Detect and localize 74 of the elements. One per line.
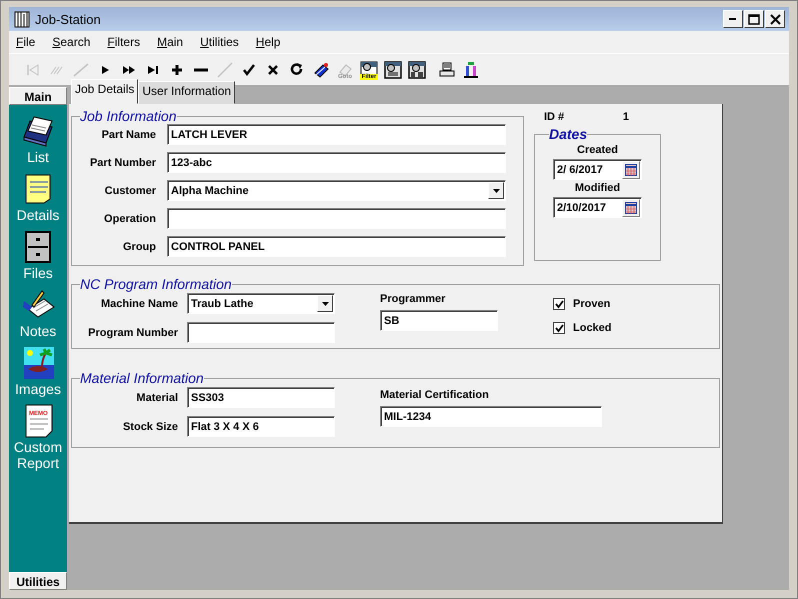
window-icon (408, 60, 426, 78)
previous-icon (72, 60, 90, 78)
sidebar-item[interactable]: Custom Report (10, 439, 66, 471)
dropdown-button[interactable] (488, 182, 504, 199)
field-label: Machine Name (100, 298, 178, 310)
field-label: Stock Size (122, 420, 178, 432)
field-label: Programmer (380, 293, 446, 305)
menu-item[interactable]: Main (156, 35, 192, 49)
field-label: Material (135, 392, 178, 404)
dropdown-field[interactable]: Traub Lathe (187, 293, 335, 314)
close-icon (770, 14, 780, 24)
sidebar-item[interactable]: Notes (20, 323, 56, 339)
text-field[interactable]: MIL-1234 (380, 406, 602, 427)
id-label: ID # (544, 111, 564, 125)
field-label: Operation (103, 212, 156, 224)
menu-item[interactable]: Utilities (199, 35, 247, 49)
window-title: Job-Station (35, 12, 102, 26)
field-label: Modified (574, 182, 620, 194)
menu-item[interactable]: Help (254, 35, 288, 49)
sidebar-item[interactable]: Details (16, 207, 60, 223)
text-field[interactable]: SS303 (187, 387, 335, 408)
menu-item[interactable]: Filters (106, 35, 148, 49)
field-label: Group (122, 240, 156, 252)
text-field[interactable] (187, 322, 335, 343)
calendar-icon (625, 164, 637, 176)
checkbox-label: Proven (573, 298, 610, 310)
field-label: Part Name (100, 128, 156, 140)
caret-icon (322, 302, 328, 306)
menu-item[interactable]: Search (51, 35, 98, 49)
text-field[interactable]: Flat 3 X 4 X 6 (187, 416, 335, 437)
dropdown-button[interactable] (317, 295, 333, 312)
text-field[interactable]: CONTROL PANEL (167, 236, 506, 257)
section-title: Dates (549, 126, 588, 142)
field-label: Part Number (88, 156, 156, 168)
bar-chart-icon (462, 60, 480, 78)
minus-icon (194, 68, 208, 72)
section-title: Material Information (80, 370, 204, 386)
minimize-button[interactable] (723, 10, 743, 28)
field-label: Customer (104, 184, 156, 196)
calendar-button[interactable] (622, 199, 640, 217)
sidebar-item[interactable]: Files (23, 265, 53, 281)
printer-icon (438, 60, 456, 78)
app-icon (13, 10, 31, 28)
sidebar-item[interactable]: List (27, 149, 49, 165)
window-icon (384, 60, 402, 78)
text-field[interactable]: 123-abc (167, 152, 506, 173)
checkbox[interactable] (553, 298, 565, 310)
pencil-icon (216, 60, 234, 78)
field-label: Created (577, 144, 618, 156)
sidebar-item[interactable]: Images (15, 381, 61, 397)
id-value: 1 (622, 111, 629, 125)
section-title: Job Information (80, 108, 176, 124)
field-label: Program Number (87, 326, 178, 338)
caret-icon (492, 188, 500, 192)
sidebar-tab[interactable]: Utilities (9, 572, 67, 590)
checkbox[interactable] (553, 322, 565, 334)
close-button[interactable] (765, 10, 785, 28)
calendar-button[interactable] (622, 161, 640, 179)
text-field[interactable]: SB (380, 310, 498, 331)
book-icon (312, 60, 330, 78)
checkbox-label: Locked (573, 322, 612, 334)
field-label: Material Certification (380, 389, 490, 401)
maximize-icon (748, 14, 760, 24)
calendar-icon (625, 202, 637, 214)
text-field[interactable] (167, 208, 506, 229)
tab[interactable]: User Information (138, 81, 236, 104)
tab[interactable]: Job Details (71, 79, 138, 104)
section-title: NC Program Information (80, 276, 232, 292)
text-field[interactable]: LATCH LEVER (167, 124, 506, 145)
dropdown-field[interactable]: Alpha Machine (167, 180, 506, 201)
minimize-icon (729, 18, 737, 20)
maximize-button[interactable] (744, 10, 764, 28)
menu-item[interactable]: File (15, 35, 44, 49)
sidebar-tab[interactable]: Main (9, 87, 67, 105)
